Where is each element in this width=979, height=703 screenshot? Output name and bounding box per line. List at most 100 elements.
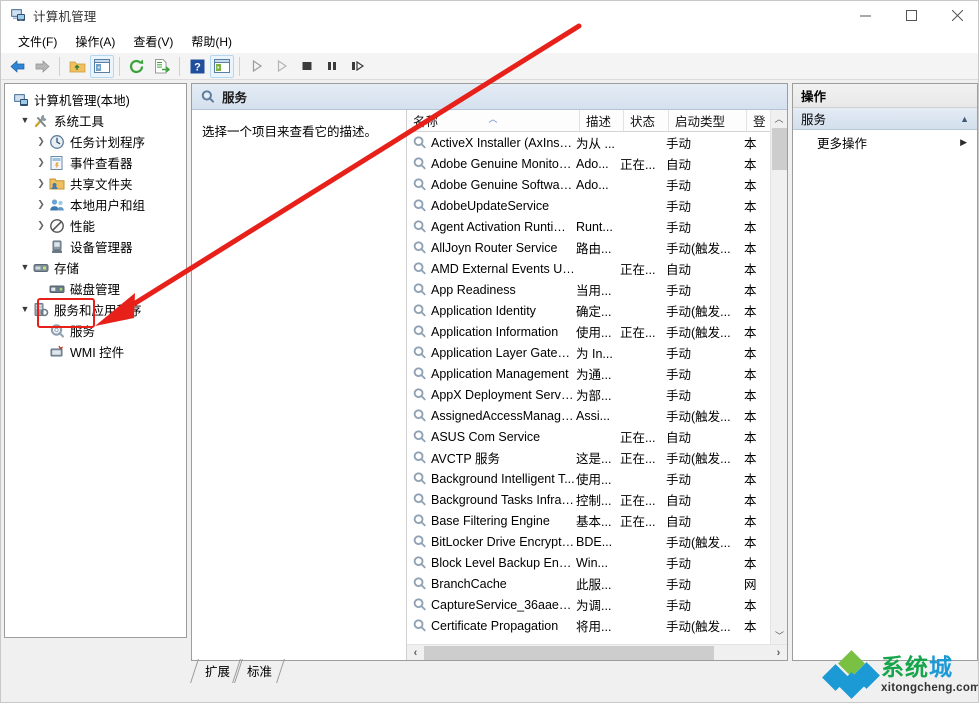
scroll-right-icon[interactable]: ›: [770, 647, 787, 659]
table-row[interactable]: AdobeUpdateService手动本: [407, 195, 770, 216]
table-row[interactable]: Adobe Genuine Monitor ...Ado...正在...自动本: [407, 153, 770, 174]
twisty-collapsed-icon[interactable]: ❯: [33, 155, 49, 171]
close-button[interactable]: [934, 1, 979, 29]
refresh-button[interactable]: [125, 55, 149, 78]
table-row[interactable]: AllJoyn Router Service路由...手动(触发...本: [407, 237, 770, 258]
pause-service-button[interactable]: [320, 55, 344, 78]
service-gear-icon: [412, 408, 427, 423]
table-row[interactable]: Application Layer Gatewa...为 In...手动本: [407, 342, 770, 363]
tab-standard[interactable]: 标准: [236, 659, 281, 683]
tree-storage[interactable]: ▼ 存储: [5, 257, 186, 278]
minimize-button[interactable]: [842, 1, 888, 29]
maximize-button[interactable]: [888, 1, 934, 29]
list-horizontal-scrollbar[interactable]: ‹ ›: [407, 644, 787, 661]
scrollbar-track[interactable]: [424, 645, 770, 662]
back-button[interactable]: [5, 55, 29, 78]
up-folder-button[interactable]: [65, 55, 89, 78]
twisty-collapsed-icon[interactable]: ❯: [33, 176, 49, 192]
service-gear-icon: [412, 471, 427, 486]
table-row[interactable]: App Readiness当用...手动本: [407, 279, 770, 300]
cell-service-name: Background Intelligent T...: [407, 471, 575, 486]
cell-description: 为从 ...: [575, 133, 619, 152]
table-row[interactable]: CaptureService_36aaea53为调...手动本: [407, 594, 770, 615]
menu-file[interactable]: 文件(F): [9, 30, 66, 53]
cell-startup-type: 手动(触发...: [664, 448, 742, 467]
table-row[interactable]: Application Management为通...手动本: [407, 363, 770, 384]
chevron-up-icon[interactable]: ▲: [960, 114, 969, 124]
window-title: 计算机管理: [33, 6, 97, 25]
cell-service-name: Base Filtering Engine: [407, 513, 575, 528]
resume-service-button[interactable]: [270, 55, 294, 78]
table-row[interactable]: Background Tasks Infras...控制...正在...自动本: [407, 489, 770, 510]
twisty-collapsed-icon[interactable]: ❯: [33, 197, 49, 213]
table-row[interactable]: Application Information使用...正在...手动(触发..…: [407, 321, 770, 342]
twisty-expanded-icon[interactable]: ▼: [17, 260, 33, 276]
storage-icon: [33, 260, 49, 276]
column-startup-type[interactable]: 启动类型: [669, 110, 747, 131]
tree-event-viewer[interactable]: ❯ 事件查看器: [5, 152, 186, 173]
description-placeholder: 选择一个项目来查看它的描述。: [202, 123, 397, 142]
cell-service-name: ActiveX Installer (AxInstSV): [407, 135, 575, 150]
table-row[interactable]: Adobe Genuine Software...Ado...手动本: [407, 174, 770, 195]
table-row[interactable]: ASUS Com Service正在...自动本: [407, 426, 770, 447]
tree-system-tools[interactable]: ▼ 系统工具: [5, 110, 186, 131]
table-row[interactable]: Base Filtering Engine基本...正在...自动本: [407, 510, 770, 531]
table-row[interactable]: BranchCache此服...手动网: [407, 573, 770, 594]
table-row[interactable]: AVCTP 服务这是...正在...手动(触发...本: [407, 447, 770, 468]
tree-services[interactable]: 服务: [5, 320, 186, 341]
menu-action[interactable]: 操作(A): [66, 30, 124, 53]
service-name-text: BranchCache: [431, 577, 507, 591]
menu-help[interactable]: 帮助(H): [182, 30, 241, 53]
table-row[interactable]: AMD External Events Utility正在...自动本: [407, 258, 770, 279]
twisty-expanded-icon[interactable]: ▼: [17, 113, 33, 129]
twisty-expanded-icon[interactable]: ▼: [17, 302, 33, 318]
table-row[interactable]: AppX Deployment Servic...为部...手动本: [407, 384, 770, 405]
column-status[interactable]: 状态: [624, 110, 669, 131]
list-vertical-scrollbar[interactable]: ︿ ﹀: [770, 110, 787, 644]
table-row[interactable]: AssignedAccessManager...Assi...手动(触发...本: [407, 405, 770, 426]
tree-disk-management[interactable]: 磁盘管理: [5, 278, 186, 299]
restart-service-button[interactable]: [345, 55, 369, 78]
column-name[interactable]: 名称 ︿: [407, 110, 580, 131]
twisty-collapsed-icon[interactable]: ❯: [33, 218, 49, 234]
scroll-down-icon[interactable]: ﹀: [771, 627, 788, 644]
tree-wmi-control[interactable]: WMI 控件: [5, 341, 186, 362]
table-row[interactable]: ActiveX Installer (AxInstSV)为从 ...手动本: [407, 132, 770, 153]
tree-computer-management-local[interactable]: 计算机管理(本地): [5, 89, 186, 110]
stop-service-button[interactable]: [295, 55, 319, 78]
tree-services-and-applications[interactable]: ▼ 服务和应用程序: [5, 299, 186, 320]
service-gear-icon: [412, 261, 427, 276]
scrollbar-thumb[interactable]: [424, 646, 714, 661]
service-name-text: AdobeUpdateService: [431, 199, 549, 213]
menu-view[interactable]: 查看(V): [124, 30, 182, 53]
actions-group-services[interactable]: 服务 ▲: [793, 108, 977, 130]
column-description[interactable]: 描述: [580, 110, 624, 131]
scroll-up-icon[interactable]: ︿: [771, 110, 787, 127]
table-row[interactable]: Certificate Propagation将用...手动(触发...本: [407, 615, 770, 636]
scroll-left-icon[interactable]: ‹: [407, 647, 424, 659]
start-service-button[interactable]: [245, 55, 269, 78]
show-hide-tree-button[interactable]: [90, 55, 114, 78]
watermark-cn-blue: 城: [929, 654, 953, 680]
tree-shared-folders[interactable]: ❯ 共享文件夹: [5, 173, 186, 194]
tree-device-manager[interactable]: 设备管理器: [5, 236, 186, 257]
tree-performance[interactable]: ❯ 性能: [5, 215, 186, 236]
export-list-button[interactable]: [150, 55, 174, 78]
toolbar-separator: [59, 57, 60, 76]
forward-button[interactable]: [30, 55, 54, 78]
tree-label: 磁盘管理: [70, 279, 120, 298]
help-button[interactable]: ?: [185, 55, 209, 78]
table-row[interactable]: Agent Activation Runtime...Runt...手动本: [407, 216, 770, 237]
show-action-pane-button[interactable]: [210, 55, 234, 78]
action-more-actions[interactable]: 更多操作 ▶: [793, 130, 977, 154]
tree-task-scheduler[interactable]: ❯ 任务计划程序: [5, 131, 186, 152]
cell-description: 此服...: [575, 574, 619, 593]
table-row[interactable]: BitLocker Drive Encryptio...BDE...手动(触发.…: [407, 531, 770, 552]
table-row[interactable]: Block Level Backup Engi...Win...手动本: [407, 552, 770, 573]
scrollbar-thumb[interactable]: [772, 128, 787, 170]
table-row[interactable]: Background Intelligent T...使用...手动本: [407, 468, 770, 489]
twisty-collapsed-icon[interactable]: ❯: [33, 134, 49, 150]
tree-local-users-and-groups[interactable]: ❯ 本地用户和组: [5, 194, 186, 215]
cell-log-on-as: 本: [742, 322, 768, 341]
table-row[interactable]: Application Identity确定...手动(触发...本: [407, 300, 770, 321]
